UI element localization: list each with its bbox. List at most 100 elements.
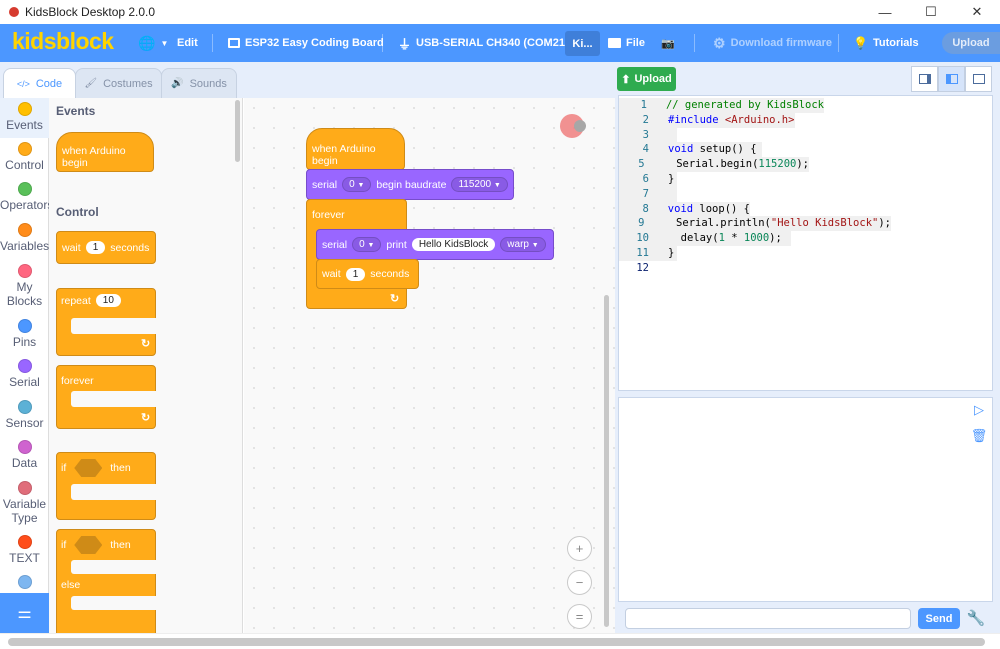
condition-slot[interactable] [74,536,103,554]
download-firmware-button[interactable]: ⚙ Download firmware [713,24,832,62]
trash-icon: 🗑 [970,428,988,443]
tab-sounds[interactable]: 🔊 Sounds [161,68,237,98]
dropdown-value: 115200 [458,179,492,190]
layout-full-button[interactable] [965,66,992,92]
clear-serial-button[interactable]: 🗑 [968,426,990,446]
upload-button[interactable]: ⬆ Upload [617,67,676,91]
add-extension-button[interactable]: ⚌ [0,593,49,633]
category-data[interactable]: Data [0,440,49,470]
workspace-scrollbar[interactable] [604,295,609,627]
when-arduino-begin-block[interactable]: when Arduino begin [56,132,154,172]
board-select[interactable]: ESP32 Easy Coding Board [228,24,384,62]
code-editor[interactable]: 1// generated by KidsBlock 2 #include <Ar… [618,95,993,391]
category-text[interactable]: TEXT [0,535,49,565]
layout-left-button[interactable] [911,66,938,92]
category-serial[interactable]: Serial [0,359,49,389]
tab-code[interactable]: </> Code [3,68,76,99]
menu-divider [212,34,213,52]
ki-button[interactable]: Ki... [565,31,600,56]
print-text-input[interactable]: Hello KidsBlock [411,238,496,251]
script-workspace[interactable]: when Arduino begin serial 0 ▼ begin baud… [244,98,615,633]
block-label: serial [312,178,338,191]
print-mode-dropdown[interactable]: warp ▼ [500,237,546,252]
code-line: 11} [619,245,677,261]
close-button[interactable]: ✕ [954,0,1000,24]
wait-block[interactable]: wait 1 seconds [56,231,156,264]
category-control[interactable]: Control [0,142,49,172]
run-serial-button[interactable]: ▷ [968,400,990,420]
palette-scrollbar[interactable] [235,100,240,162]
block-label: wait [322,268,341,280]
code-lines: 1// generated by KidsBlock 2 #include <Ar… [619,98,992,276]
category-pins[interactable]: Pins [0,319,49,349]
pins-icon [17,319,32,333]
zoom-out-button[interactable]: − [567,570,592,595]
baudrate-dropdown[interactable]: 115200 ▼ [451,177,508,192]
category-variables[interactable]: Variables [0,223,49,253]
dropdown-value: 0 [349,179,355,190]
repeat-input[interactable]: 10 [95,294,121,307]
window-title: KidsBlock Desktop 2.0.0 [25,5,156,19]
events-icon [17,102,32,116]
upload-mode-toggle[interactable]: Upload [942,32,1000,54]
send-button[interactable]: Send [918,608,960,629]
variable-type-icon [17,481,32,495]
layout-icon [918,74,931,84]
minimize-button[interactable]: — [862,0,908,24]
loop-arrow-icon: ↻ [390,293,400,305]
wrench-icon[interactable]: 🔧 [965,607,987,629]
globe-icon: 🌐 [138,34,156,51]
category-variable-type[interactable]: Variable Type [0,481,49,525]
edit-menu[interactable]: Edit [177,24,198,62]
script-when-arduino-begin[interactable]: when Arduino begin [306,128,405,170]
operators-icon [17,182,32,196]
control-icon [17,142,32,156]
sprite-icon[interactable] [560,114,586,138]
file-menu[interactable]: File [608,24,645,62]
zoom-reset-button[interactable]: = [567,604,592,629]
if-else-header: if then [61,536,131,554]
condition-slot[interactable] [74,459,103,477]
block-label: then [110,539,131,551]
layout-split-button[interactable] [938,66,965,92]
tutorials-button[interactable]: 💡 Tutorials [853,24,919,62]
category-sensor[interactable]: Sensor [0,400,49,430]
camera-icon[interactable]: 📷 [661,24,675,62]
add-extension-icon: ⚌ [17,605,32,622]
zoom-in-button[interactable]: + [567,536,592,561]
script-wait-block[interactable]: wait 1 seconds [316,259,419,289]
wait-input[interactable]: 1 [345,267,366,281]
serial-monitor-output[interactable] [618,397,993,602]
wait-input[interactable]: 1 [85,241,106,254]
code-line: 5 Serial.begin(115200); [619,157,809,172]
serial-port-dropdown[interactable]: 0 ▼ [352,237,382,252]
code-line: 7 [619,186,677,202]
maximize-button[interactable]: ☐ [908,0,954,24]
category-extra[interactable] [0,575,49,591]
category-label: Events [6,118,43,132]
chevron-down-icon: ▼ [357,182,365,189]
code-line: 4 void setup() { [619,142,762,158]
serial-port-dropdown[interactable]: 0 ▼ [342,177,372,192]
port-select[interactable]: ⏚ USB-SERIAL CH340 (COM210) [398,24,575,62]
category-label: Data [11,456,38,470]
app-icon [9,7,19,17]
horizontal-scrollbar[interactable] [0,633,1000,649]
repeat-header: repeat 10 [61,294,121,307]
category-my-blocks[interactable]: My Blocks [0,264,49,308]
line-number: 7 [642,187,649,200]
serial-send-input[interactable] [625,608,911,629]
category-operators[interactable]: Operators [0,182,53,212]
line-number: 5 [638,158,645,171]
script-serial-begin-block[interactable]: serial 0 ▼ begin baudrate 115200 ▼ [306,169,514,200]
category-events[interactable]: Events [0,98,49,138]
tab-costumes[interactable]: 🖌 Costumes [75,68,162,98]
scrollbar-thumb[interactable] [8,638,985,646]
dropdown-value: 0 [359,239,365,250]
forever-label: forever [61,375,94,387]
category-label: Sensor [5,416,44,430]
language-menu[interactable]: 🌐 ▼ [138,24,168,62]
chevron-down-icon: ▼ [160,38,169,48]
script-serial-print-block[interactable]: serial 0 ▼ print Hello KidsBlock warp ▼ [316,229,554,260]
variables-icon [17,223,32,237]
